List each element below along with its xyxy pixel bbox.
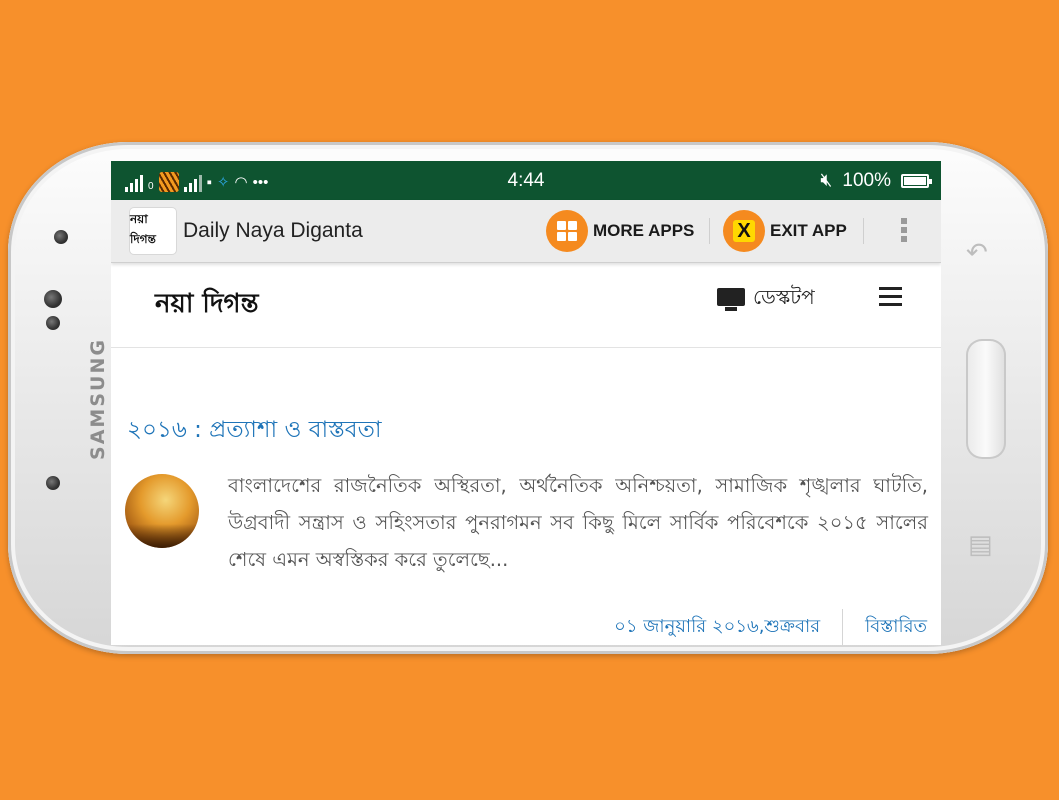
article-meta: ০১ জানুয়ারি ২০১৬,শুক্রবার বিস্তারিত [111,609,927,645]
site-logo[interactable]: নয়া দিগন্ত [155,275,258,327]
overflow-menu-icon[interactable] [901,218,907,242]
back-icon[interactable]: ↶ [966,238,988,268]
status-bar: 0 ▪ ✧ ◠ ••• 4:44 🔇︎ 100% [111,161,941,200]
desktop-label: ডেস্কটপ [753,285,815,309]
mute-icon: 🔇︎ [820,170,833,191]
battery-icon [901,174,932,188]
status-icons-right: 🔇︎ 100% [820,170,932,192]
hamburger-menu-icon[interactable] [879,287,902,306]
app-bar: নয়া দিগন্ত Daily Naya Diganta MORE APPS… [111,200,941,263]
grid-icon [546,210,588,252]
meta-divider [842,609,844,645]
article-thumbnail[interactable] [125,474,199,548]
phone-screen: 0 ▪ ✧ ◠ ••• 4:44 🔇︎ 100% নয়া দিগন্ত Dai… [111,161,941,645]
exit-icon: X [723,210,765,252]
more-apps-button[interactable]: MORE APPS [546,210,694,252]
divider [863,218,864,244]
front-sensor [54,230,68,244]
details-link[interactable]: বিস্তারিত [865,612,927,643]
article-date: ০১ জানুয়ারি ২০১৬,শুক্রবার [614,615,821,637]
more-apps-label: MORE APPS [593,221,695,240]
monitor-icon [717,287,745,312]
status-time: 4:44 [507,170,545,191]
divider [709,218,710,244]
app-title: Daily Naya Diganta [183,219,363,242]
battery-percent: 100% [842,170,891,191]
recent-apps-icon[interactable]: ▤ [968,530,993,560]
light-sensor [46,476,60,490]
app-logo: নয়া দিগন্ত [130,208,176,254]
exit-app-button[interactable]: X EXIT APP [723,210,847,252]
proximity-sensor [46,316,60,330]
article-excerpt: বাংলাদেশের রাজনৈতিক অস্থিরতা, অর্থনৈতিক … [228,474,928,571]
desktop-view-link[interactable]: ডেস্কটপ [717,283,815,316]
exit-app-label: EXIT APP [770,221,847,240]
home-button[interactable] [966,339,1006,459]
article-title[interactable]: ২০১৬ : প্রত্যাশা ও বাস্তবতা [127,411,382,450]
site-header: নয়া দিগন্ত ডেস্কটপ [111,263,941,348]
front-camera [44,290,62,308]
